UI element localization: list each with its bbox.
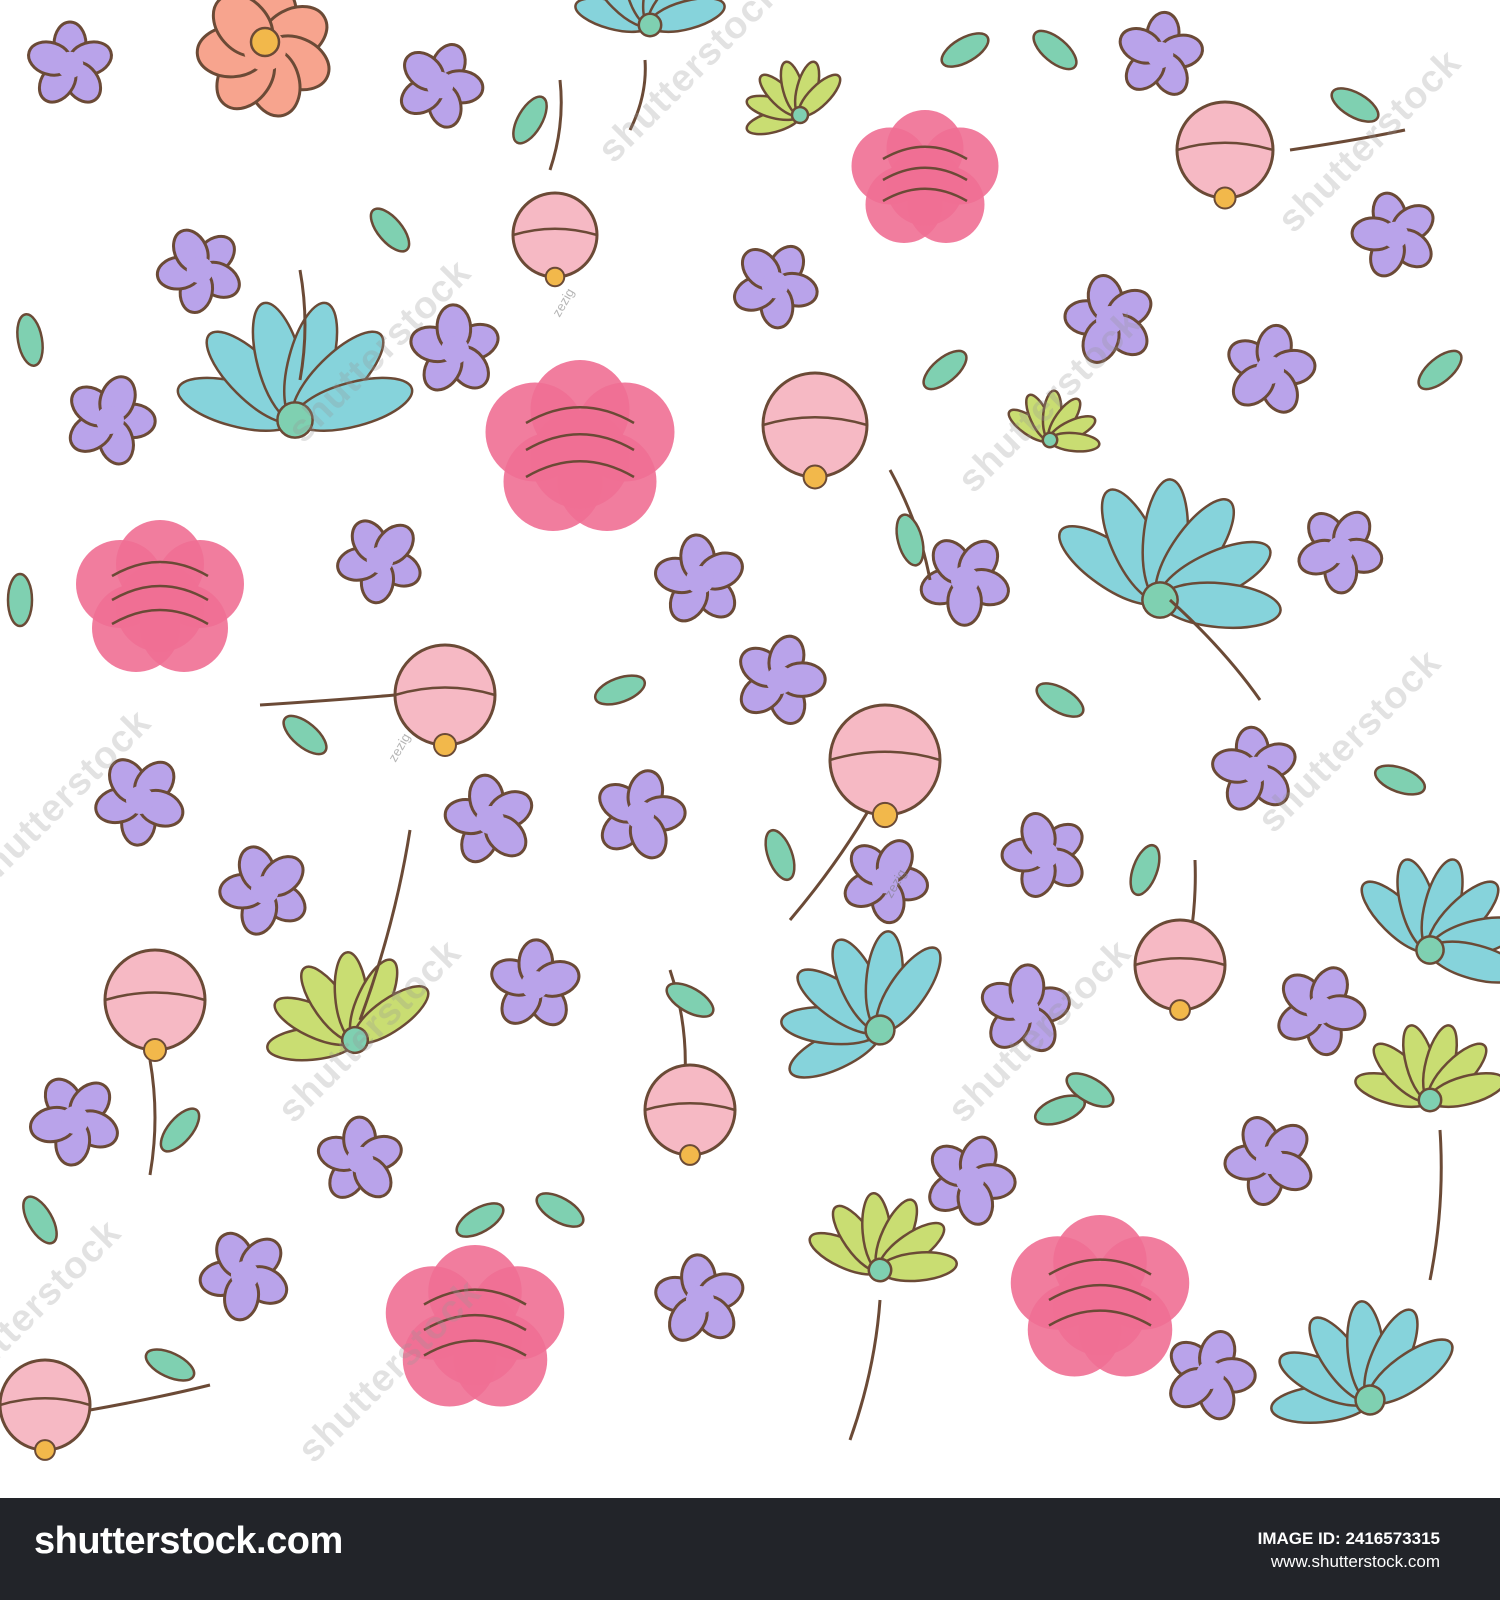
rose-bud	[761, 371, 869, 479]
lavender-flower	[198, 1231, 289, 1322]
rose-bud	[1133, 918, 1227, 1012]
leaf	[16, 313, 44, 367]
bud-tip	[143, 1038, 167, 1062]
lavender-flower	[218, 845, 307, 936]
bud-tip	[433, 733, 457, 757]
leaf	[665, 982, 715, 1018]
lavender-flower	[1118, 10, 1204, 96]
leaf	[895, 513, 925, 567]
leaf	[1035, 682, 1085, 718]
aqua-flower	[1360, 858, 1500, 984]
leaf	[1373, 764, 1427, 796]
peony-flower	[485, 360, 675, 531]
lavender-flower	[654, 1253, 745, 1342]
leaf	[369, 207, 411, 253]
leaf	[940, 32, 990, 68]
lavender-flower	[1277, 966, 1367, 1057]
lavender-flower	[68, 375, 157, 466]
lavender-flower	[1227, 323, 1317, 414]
yellow-green-flower	[745, 60, 842, 136]
lavender-flower	[1000, 812, 1084, 898]
lavender-flower	[155, 228, 241, 314]
peony-flower	[76, 520, 244, 672]
bud-tip	[802, 464, 828, 490]
peony-flower	[851, 110, 999, 243]
rose-bud	[393, 643, 497, 747]
footer-url: www.shutterstock.com	[1270, 1552, 1440, 1571]
aqua-flower	[780, 930, 942, 1079]
leaf	[1032, 29, 1078, 71]
lavender-flower	[29, 1077, 119, 1167]
leaf	[6, 572, 34, 628]
leaf	[455, 1202, 505, 1238]
lavender-flower	[598, 769, 687, 860]
lavender-flower	[733, 244, 819, 330]
shutterstock-logo: shutterstock.com	[34, 1520, 343, 1562]
aqua-flower	[1270, 1300, 1454, 1425]
leaf	[764, 828, 796, 882]
aqua-flower	[1058, 478, 1282, 630]
rose-bud	[643, 1063, 737, 1157]
lavender-flower	[739, 634, 827, 725]
leaf	[922, 349, 968, 391]
floral-pattern	[0, 0, 1500, 1498]
coral-flower	[195, 0, 331, 118]
bud-tip	[679, 1144, 701, 1166]
leaf	[159, 1107, 201, 1153]
stock-footer: shutterstock.com IMAGE ID: 2416573315 ww…	[0, 1498, 1500, 1600]
image-id-label: IMAGE ID: 2416573315	[1257, 1529, 1440, 1548]
lavender-flower	[399, 43, 485, 129]
leaf	[22, 1195, 58, 1245]
leaf	[1129, 843, 1161, 897]
leaf	[512, 95, 548, 145]
peony-flower	[1010, 1215, 1190, 1377]
flower-center	[249, 26, 281, 58]
lavender-flower	[443, 773, 534, 864]
lavender-flower	[654, 533, 744, 623]
leaf	[535, 1192, 585, 1228]
rose-bud	[103, 948, 207, 1052]
leaf	[144, 1348, 196, 1382]
bud-tip	[1213, 186, 1237, 210]
lavender-flower	[919, 539, 1010, 627]
rose-bud	[828, 703, 942, 817]
lavender-flower	[1223, 1116, 1313, 1206]
lavender-flower	[1297, 510, 1384, 595]
lavender-flower	[1350, 191, 1435, 278]
lavender-flower	[27, 20, 113, 104]
pattern-artwork	[0, 0, 1500, 1461]
lavender-flower	[316, 1115, 403, 1199]
leaf	[1417, 349, 1463, 391]
bud-tip	[1169, 999, 1191, 1021]
rose-bud	[511, 191, 599, 279]
bud-tip	[871, 801, 899, 829]
leaf	[282, 714, 328, 756]
bud-tip	[34, 1439, 56, 1461]
bud-tip	[544, 266, 566, 288]
yellow-green-flower	[1354, 1024, 1500, 1113]
leaf	[593, 674, 647, 706]
lavender-flower	[336, 519, 422, 605]
rose-bud	[1175, 100, 1275, 200]
lavender-flower	[490, 938, 581, 1027]
rose-bud	[0, 1358, 92, 1452]
